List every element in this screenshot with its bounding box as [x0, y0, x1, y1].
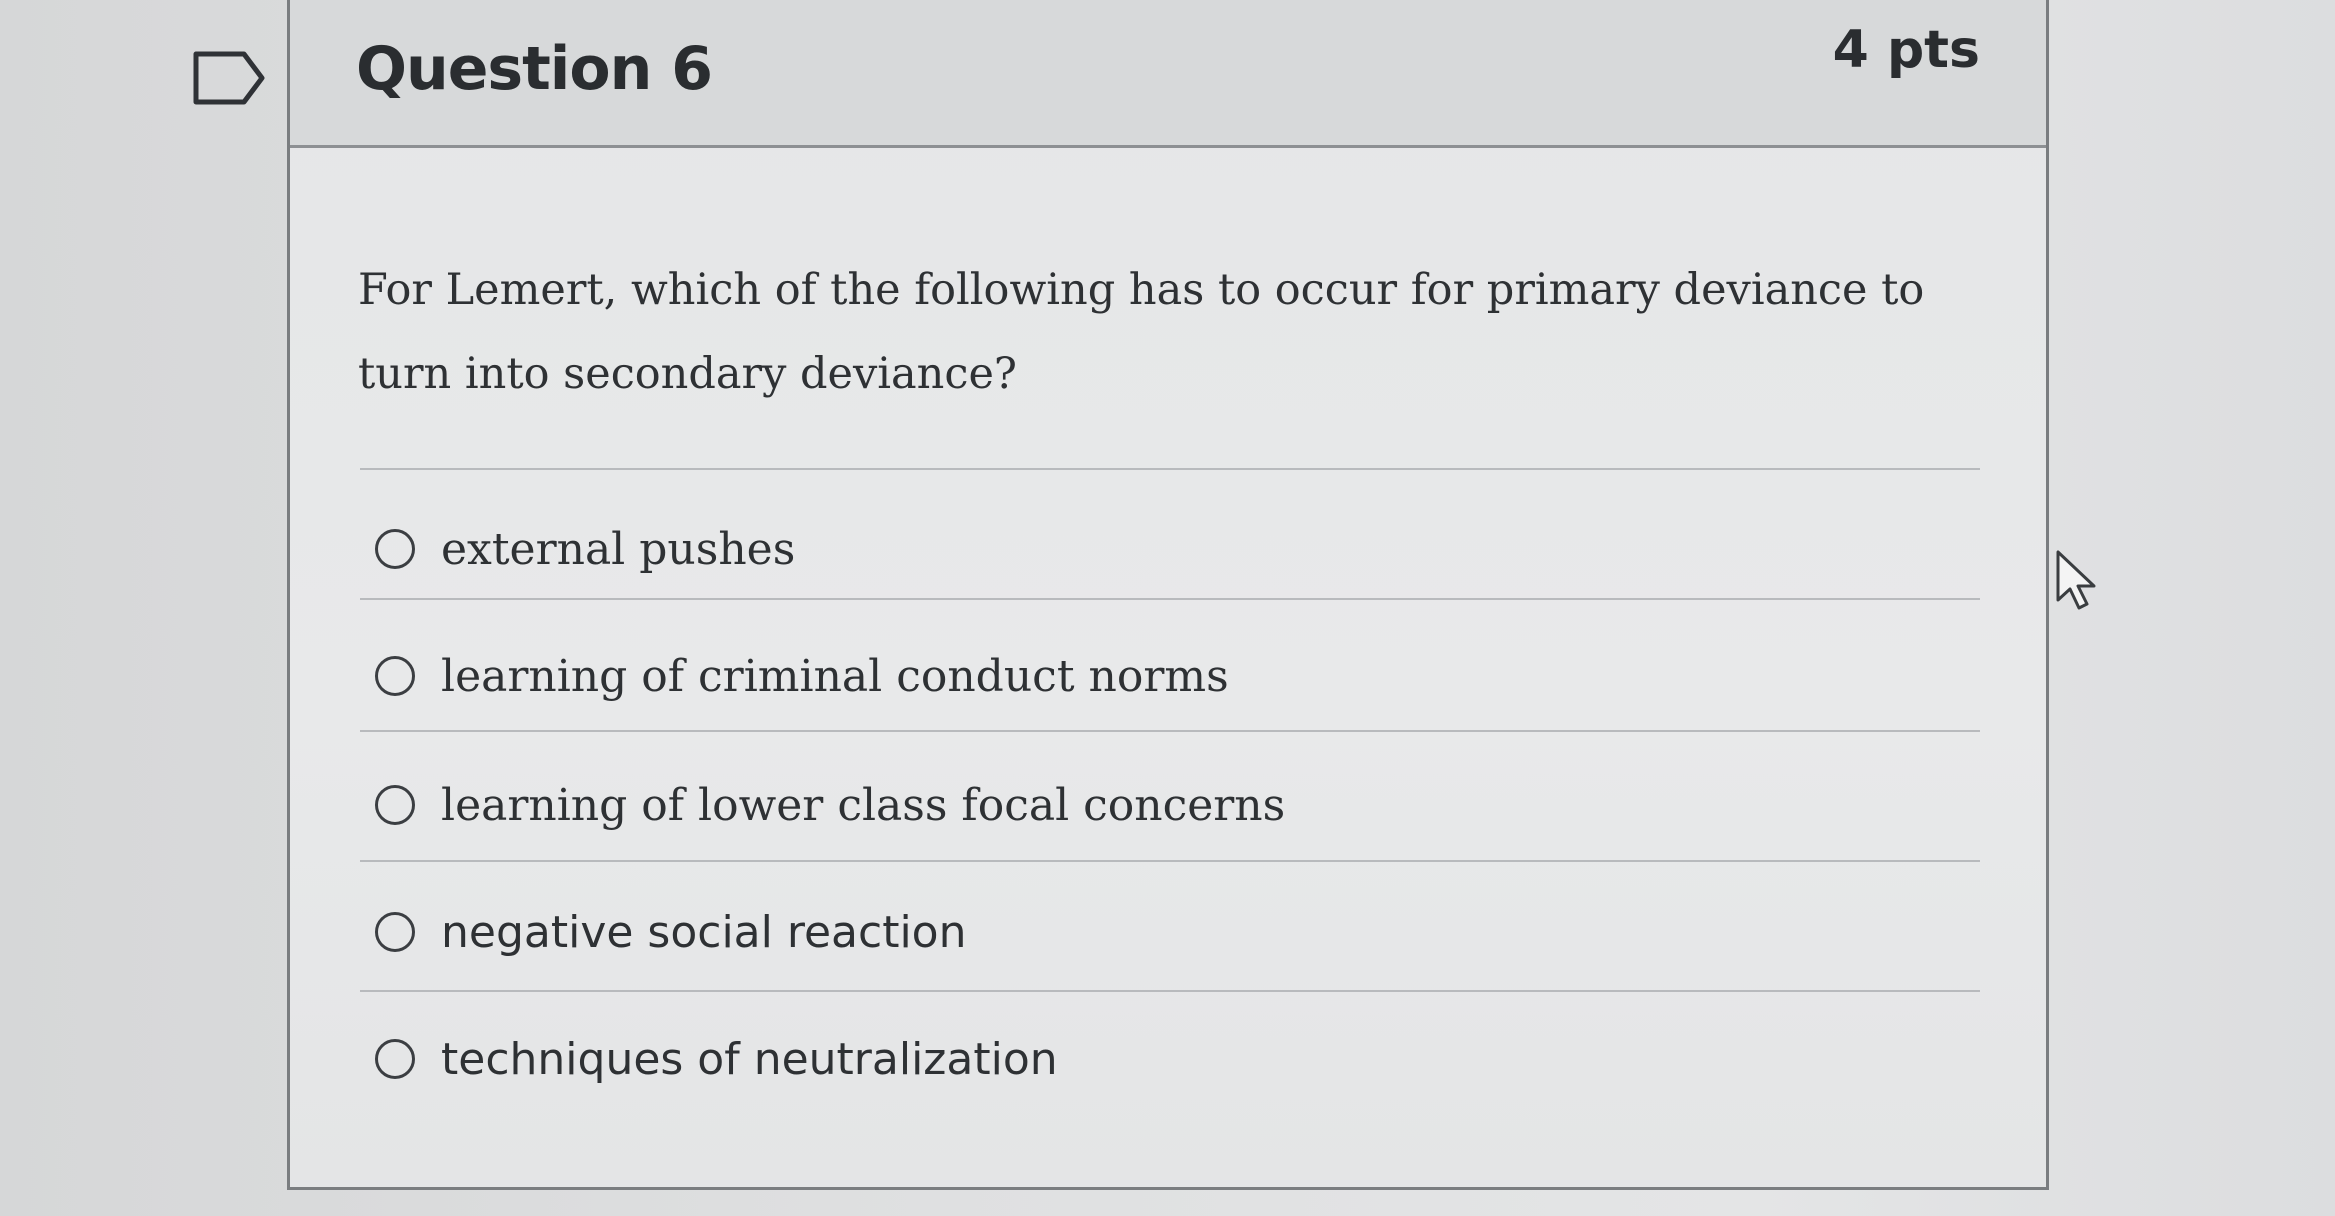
answer-divider — [360, 990, 1980, 992]
answer-divider — [360, 730, 1980, 732]
answer-option-2[interactable]: learning of criminal conduct norms — [375, 641, 1229, 711]
question-text: For Lemert, which of the following has t… — [358, 265, 1925, 399]
answer-divider — [360, 468, 1980, 470]
question-points: 4 pts — [1832, 20, 1980, 80]
radio-button[interactable] — [375, 656, 415, 696]
answer-option-5[interactable]: techniques of neutralization — [375, 1024, 1058, 1094]
answer-label: learning of lower class focal concerns — [441, 779, 1286, 831]
radio-button[interactable] — [375, 912, 415, 952]
answer-label: external pushes — [441, 523, 796, 575]
answer-label: techniques of neutralization — [441, 1033, 1058, 1085]
radio-button[interactable] — [375, 1039, 415, 1079]
answer-option-4[interactable]: negative social reaction — [375, 897, 967, 967]
mouse-pointer-icon — [2054, 548, 2100, 612]
radio-button[interactable] — [375, 785, 415, 825]
answer-label: negative social reaction — [441, 906, 967, 958]
answer-option-1[interactable]: external pushes — [375, 514, 795, 584]
flag-question-icon[interactable] — [190, 48, 270, 108]
question-card: Question 6 4 pts For Lemert, which of th… — [287, 0, 2049, 1190]
question-header: Question 6 4 pts — [290, 0, 2046, 148]
question-title: Question 6 — [356, 34, 713, 104]
radio-button[interactable] — [375, 529, 415, 569]
answer-label: learning of criminal conduct norms — [441, 650, 1229, 702]
answer-divider — [360, 860, 1980, 862]
answer-option-3[interactable]: learning of lower class focal concerns — [375, 770, 1285, 840]
answer-divider — [360, 598, 1980, 600]
